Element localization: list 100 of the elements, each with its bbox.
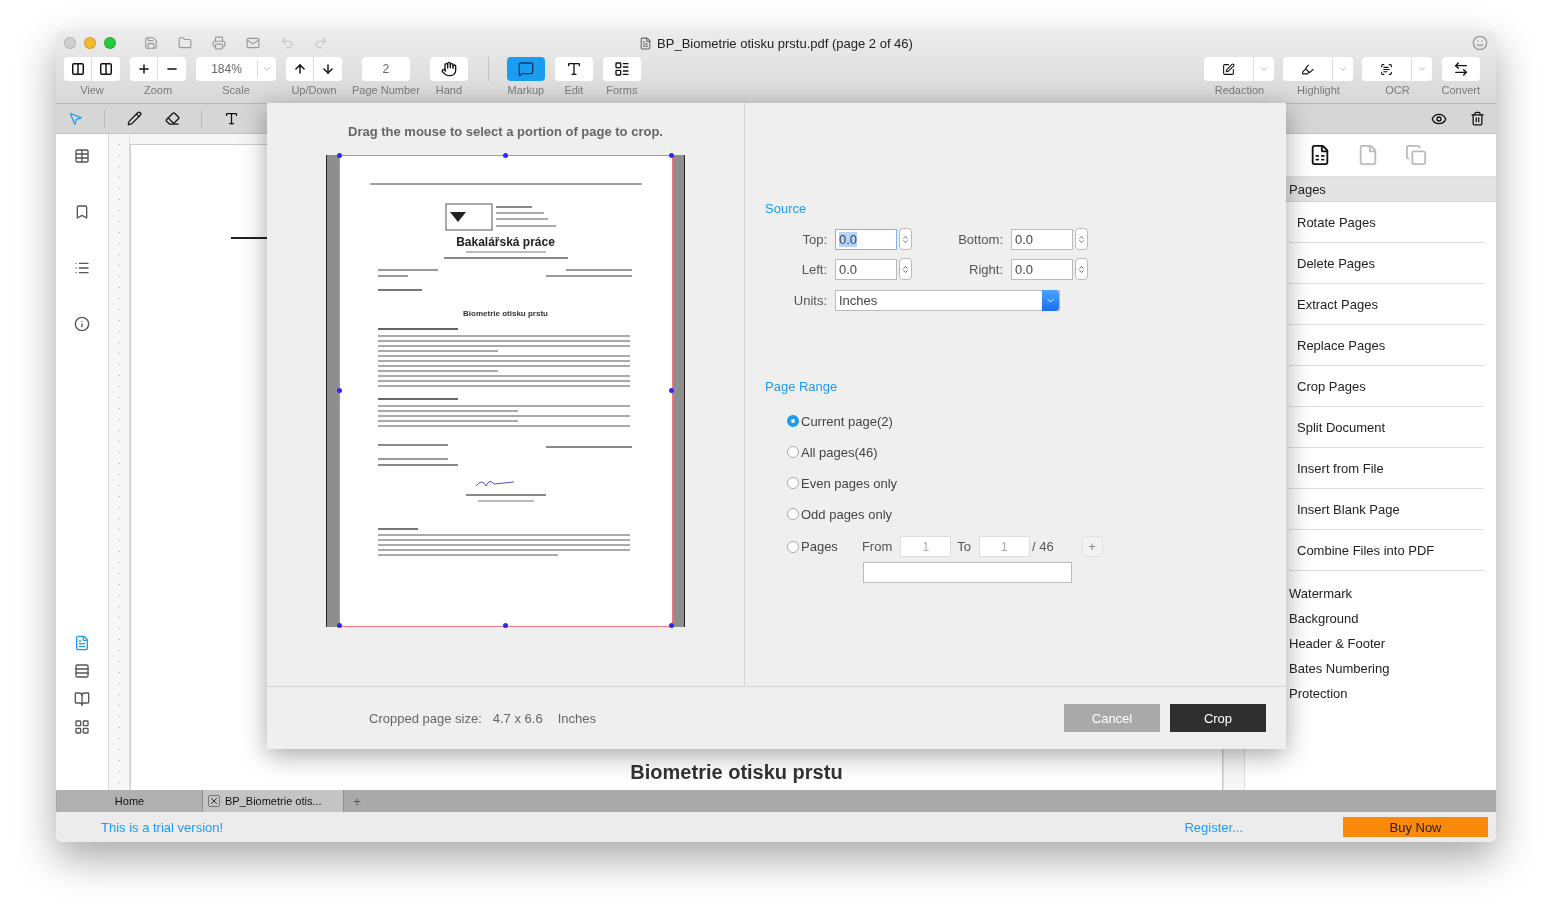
convert-button[interactable] bbox=[1441, 57, 1480, 81]
margin-input-field[interactable]: 0.0 bbox=[1011, 228, 1073, 250]
document-tab[interactable]: Home bbox=[57, 790, 203, 812]
page-tool-item[interactable]: Rotate Pages bbox=[1289, 202, 1484, 243]
list-icon[interactable] bbox=[74, 260, 90, 276]
radio-button[interactable] bbox=[787, 415, 799, 427]
size-label: Cropped page size: bbox=[369, 710, 482, 726]
radio-button[interactable] bbox=[787, 508, 799, 520]
radio-option[interactable]: Odd pages only bbox=[787, 505, 1286, 523]
bookmark-icon[interactable] bbox=[74, 204, 90, 220]
page-tool-item[interactable]: Insert from File bbox=[1289, 448, 1484, 489]
radio-button[interactable] bbox=[787, 477, 799, 489]
page-number-field[interactable]: 2 bbox=[361, 57, 410, 81]
close-tab-icon[interactable] bbox=[208, 795, 220, 807]
page-grid-tab[interactable] bbox=[1309, 144, 1331, 166]
page-tool-item[interactable]: Delete Pages bbox=[1289, 243, 1484, 284]
text-edit-button[interactable] bbox=[554, 57, 593, 81]
page-tool-item[interactable]: Replace Pages bbox=[1289, 325, 1484, 366]
page-tool-item[interactable]: Extract Pages bbox=[1289, 284, 1484, 325]
crop-handle[interactable] bbox=[668, 153, 674, 158]
buy-now-button[interactable]: Buy Now bbox=[1343, 817, 1488, 837]
view-single-button[interactable] bbox=[64, 57, 92, 81]
radio-option[interactable]: All pages(46) bbox=[787, 443, 1286, 461]
tab-label: BP_Biometrie otis... bbox=[225, 795, 322, 807]
two-page-view-button[interactable] bbox=[74, 691, 90, 707]
radio-option[interactable]: Current page(2) bbox=[787, 412, 1286, 430]
radio-option[interactable]: Even pages only bbox=[787, 474, 1286, 492]
redaction-icon bbox=[1222, 62, 1236, 76]
single-page-view-button[interactable] bbox=[74, 635, 90, 651]
units-dropdown[interactable]: Inches bbox=[835, 290, 1060, 311]
option-label: Pages bbox=[801, 539, 838, 554]
tool-item[interactable]: Background bbox=[1289, 606, 1496, 631]
margin-input-field[interactable]: 0.0 bbox=[835, 228, 897, 250]
tool-item[interactable]: Watermark bbox=[1289, 581, 1496, 606]
document-tab[interactable]: BP_Biometrie otis... bbox=[203, 790, 344, 812]
size-unit: Inches bbox=[557, 710, 596, 726]
highlighter-button[interactable] bbox=[1283, 57, 1334, 81]
view-double-icon bbox=[99, 62, 113, 76]
tool-item[interactable]: Bates Numbering bbox=[1289, 656, 1496, 681]
form-button[interactable] bbox=[602, 57, 641, 81]
stepper-button[interactable] bbox=[1075, 228, 1088, 250]
hand-icon bbox=[440, 61, 457, 77]
continuous-page-view-button[interactable] bbox=[74, 663, 90, 679]
crop-handle[interactable] bbox=[668, 623, 674, 628]
zoom-in-button[interactable] bbox=[130, 57, 158, 81]
tool-item[interactable]: Protection bbox=[1289, 681, 1496, 706]
field-label: Right: bbox=[968, 261, 1004, 277]
crop-handle[interactable] bbox=[668, 388, 674, 393]
option-label: Odd pages only bbox=[801, 506, 893, 522]
field-label: Bottom: bbox=[957, 231, 1004, 247]
page-total: / 46 bbox=[1031, 539, 1054, 554]
crop-handle[interactable] bbox=[502, 153, 508, 158]
crop-frame[interactable]: Bakalářská práce Biometrie otisku prstu bbox=[338, 155, 673, 627]
comment-button[interactable] bbox=[506, 57, 545, 81]
toolbar-label: Edit bbox=[564, 84, 584, 96]
stepper-button[interactable] bbox=[899, 258, 912, 280]
page-tool-item[interactable]: Split Document bbox=[1289, 407, 1484, 448]
view-double-button[interactable] bbox=[92, 57, 120, 81]
stepper-button[interactable] bbox=[899, 228, 912, 250]
margin-input-field[interactable]: 0.0 bbox=[1011, 258, 1073, 280]
radio-button[interactable] bbox=[787, 540, 799, 553]
page-tool-item[interactable]: Combine Files into PDF bbox=[1289, 530, 1484, 571]
eraser-icon bbox=[164, 111, 180, 126]
crop-button[interactable]: Crop bbox=[1170, 704, 1266, 732]
arrow-down-button[interactable] bbox=[314, 57, 342, 81]
arrow-up-icon bbox=[292, 62, 307, 76]
single-page-icon bbox=[74, 635, 90, 651]
toolbar-label: Zoom bbox=[143, 84, 173, 96]
margin-input-field[interactable]: 0.0 bbox=[835, 258, 897, 280]
tool-item[interactable]: Header & Footer bbox=[1289, 631, 1496, 656]
stepper-button[interactable] bbox=[1075, 258, 1088, 280]
toolbar-label: Up/Down bbox=[291, 84, 337, 96]
hand-button[interactable] bbox=[429, 57, 468, 81]
crop-handle[interactable] bbox=[336, 623, 342, 628]
redaction-button[interactable] bbox=[1204, 57, 1255, 81]
arrow-up-button[interactable] bbox=[286, 57, 314, 81]
convert-icon bbox=[1452, 61, 1469, 77]
zoom-out-button[interactable] bbox=[158, 57, 186, 81]
page-tool-item[interactable]: Insert Blank Page bbox=[1289, 489, 1484, 530]
view-single-icon bbox=[70, 62, 85, 76]
toolbar-label: Hand bbox=[435, 84, 462, 96]
page-grid-icon bbox=[1309, 144, 1331, 166]
section-heading: Source bbox=[765, 201, 808, 216]
grid-page-view-button[interactable] bbox=[74, 719, 90, 735]
radio-button[interactable] bbox=[787, 446, 799, 458]
pencil-icon bbox=[126, 111, 142, 126]
page-tool-item[interactable]: Crop Pages bbox=[1289, 366, 1484, 407]
info-icon[interactable] bbox=[74, 316, 90, 332]
caret-icon bbox=[1417, 64, 1428, 74]
field-label: Units: bbox=[792, 293, 828, 308]
page-range-field[interactable] bbox=[863, 562, 1072, 583]
two-page-icon bbox=[74, 691, 90, 707]
crop-handle[interactable] bbox=[336, 388, 342, 393]
radio-option[interactable]: Pages bbox=[787, 537, 838, 556]
ocr-button[interactable] bbox=[1362, 57, 1413, 81]
scale-field[interactable]: 184% bbox=[196, 57, 276, 81]
crop-handle[interactable] bbox=[336, 153, 342, 158]
table-icon[interactable] bbox=[74, 148, 90, 164]
crop-handle[interactable] bbox=[502, 623, 508, 628]
trash-icon[interactable] bbox=[1469, 111, 1485, 126]
